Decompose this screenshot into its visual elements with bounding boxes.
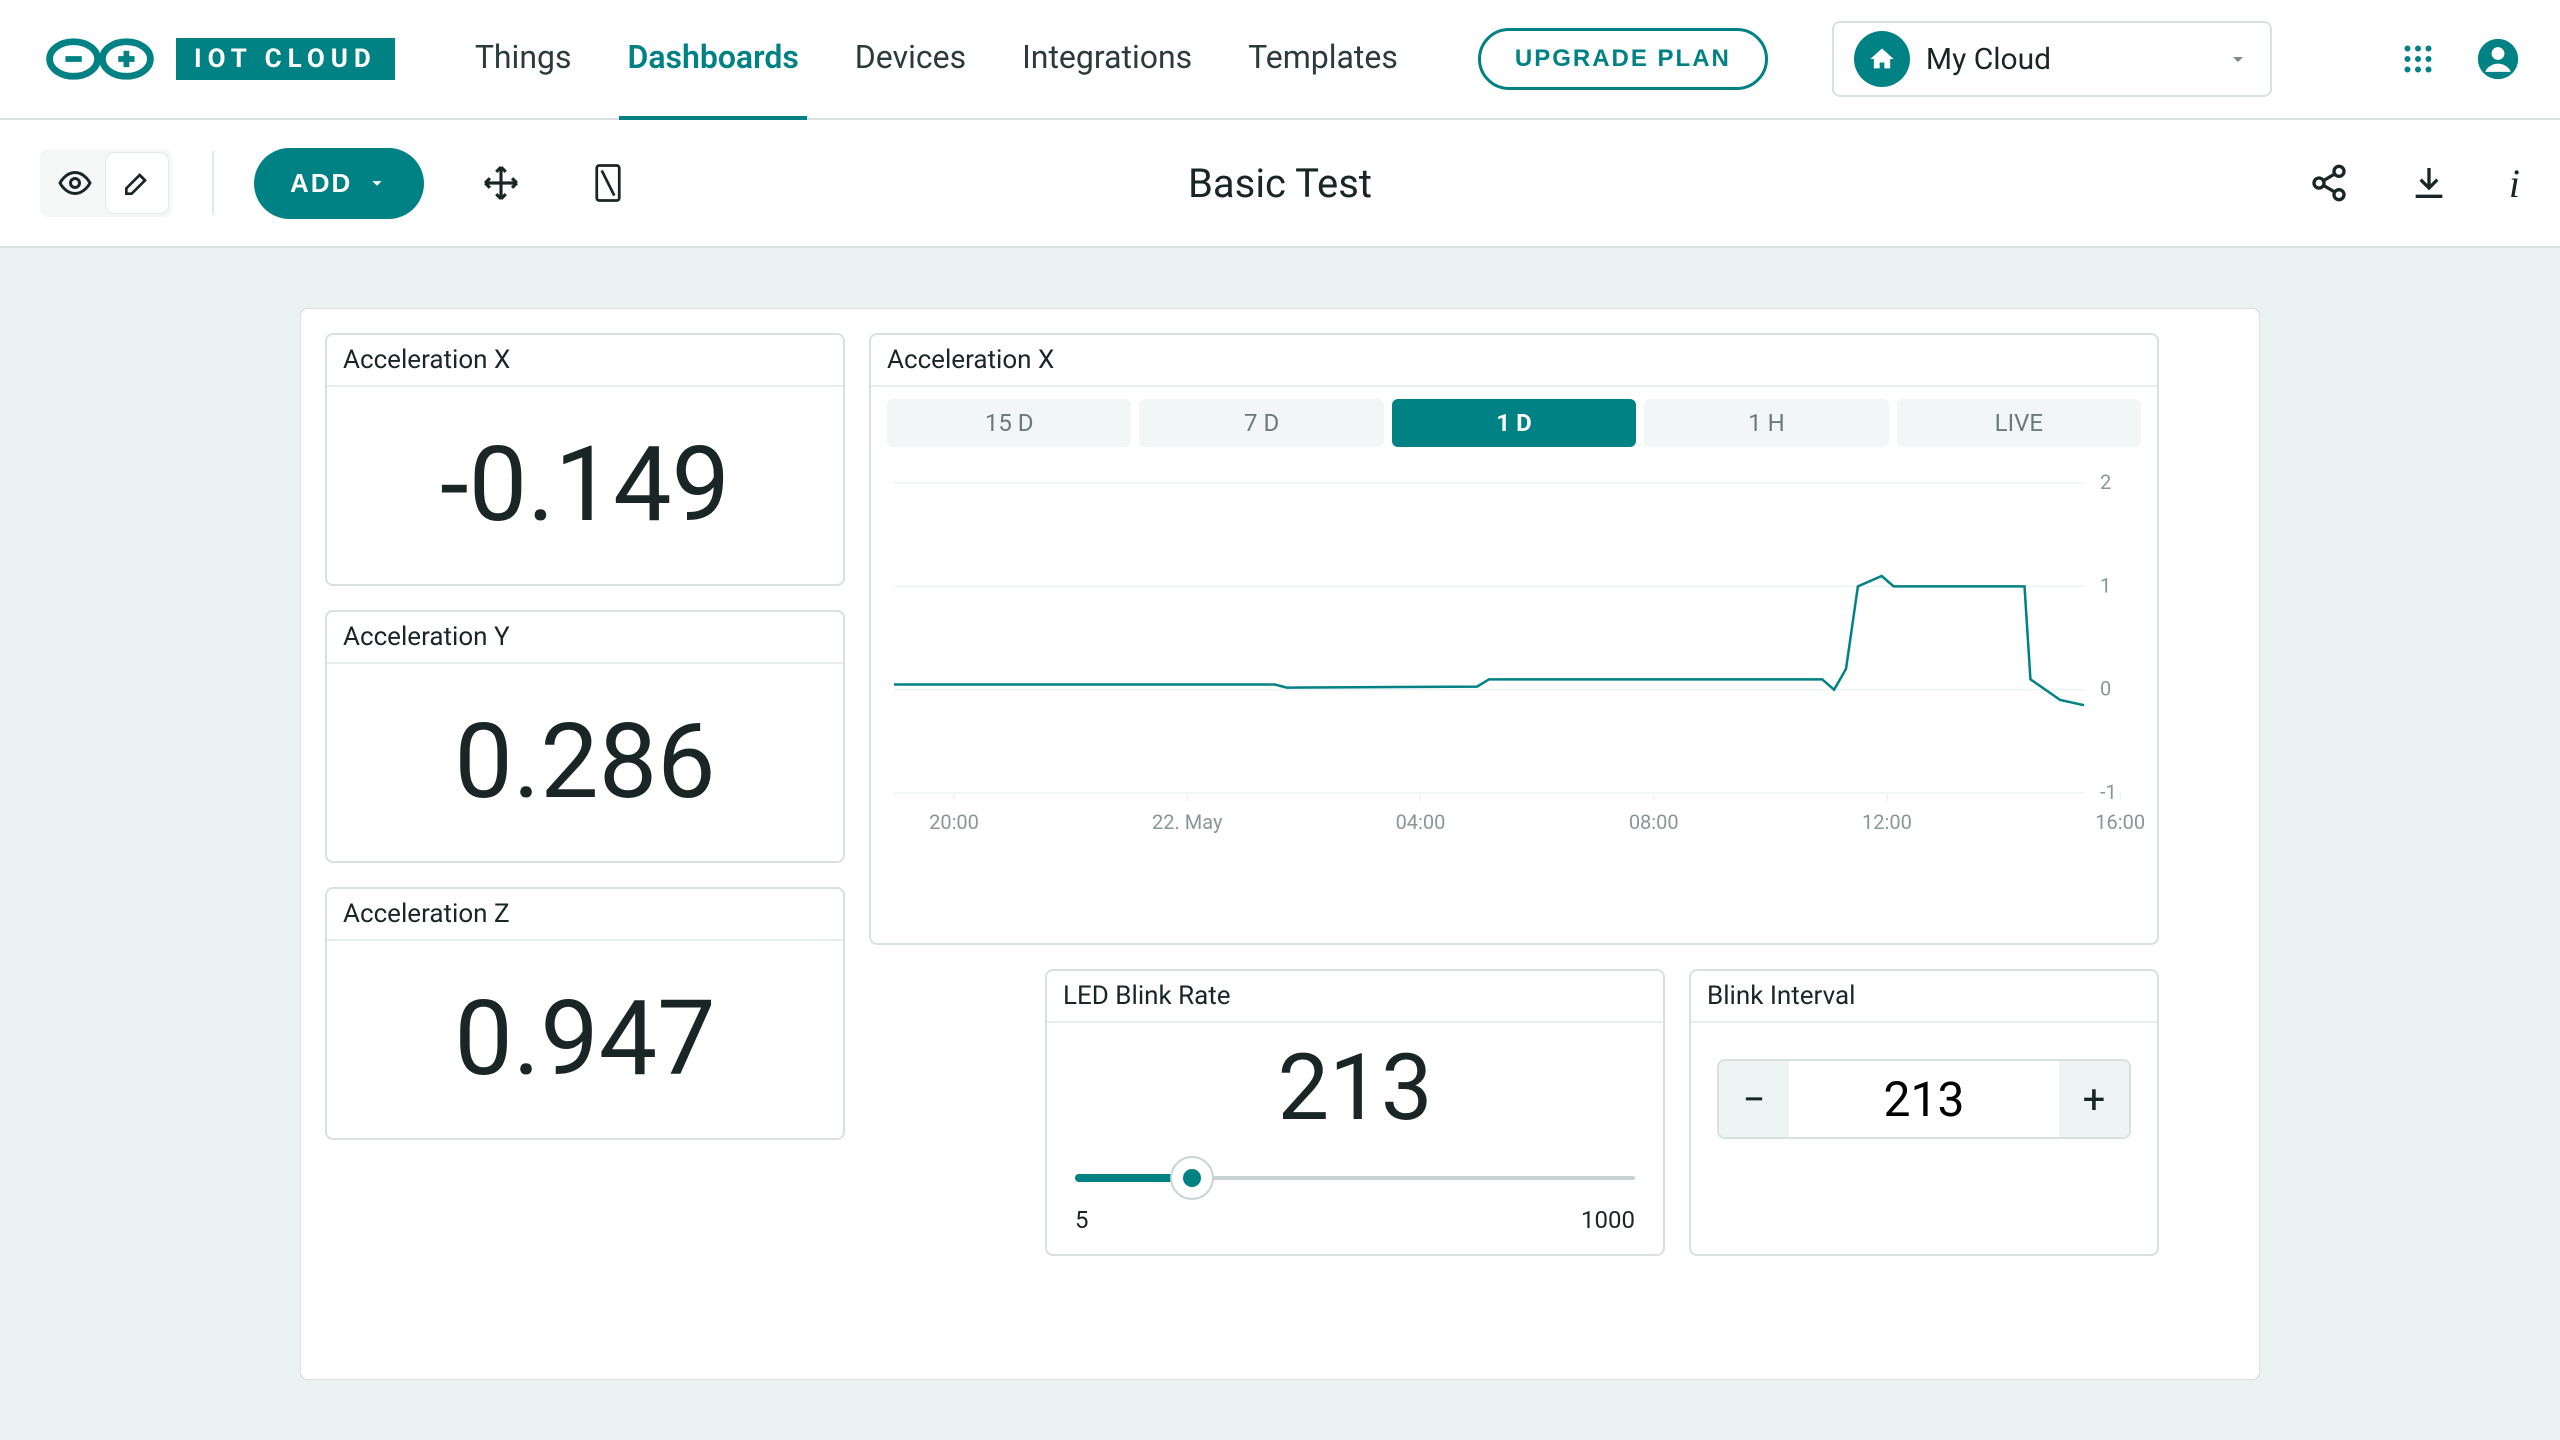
download-icon[interactable]	[2409, 163, 2449, 203]
dashboard-toolbar: ADD Basic Test i	[0, 120, 2560, 248]
arrange-move-icon[interactable]	[482, 164, 520, 202]
account-icon[interactable]	[2476, 37, 2520, 81]
widget-header: Acceleration X	[871, 335, 2157, 387]
svg-text:08:00: 08:00	[1629, 810, 1679, 834]
svg-text:-1: -1	[2100, 780, 2117, 804]
widget-value: 213	[1047, 1023, 1663, 1142]
nav-integrations[interactable]: Integrations	[1014, 0, 1200, 120]
widget-accel-x[interactable]: Acceleration X -0.149	[325, 333, 845, 586]
widget-header: Acceleration X	[327, 335, 843, 387]
view-edit-toggle	[40, 149, 172, 217]
svg-text:2: 2	[2100, 470, 2111, 494]
svg-text:20:00: 20:00	[929, 810, 979, 834]
range-1h[interactable]: 1 H	[1644, 399, 1888, 447]
nav-templates[interactable]: Templates	[1240, 0, 1406, 120]
widget-header: Acceleration Y	[327, 612, 843, 664]
range-15d[interactable]: 15 D	[887, 399, 1131, 447]
nav-devices[interactable]: Devices	[847, 0, 974, 120]
chart-plot-area: -1 0 1 2 20:00 22. May 04:00 08:00 12:00 16:00	[883, 463, 2145, 843]
stepper-increment-button[interactable]: +	[2059, 1061, 2129, 1137]
slider-track[interactable]	[1075, 1176, 1635, 1180]
svg-text:12:00: 12:00	[1862, 810, 1912, 834]
widget-led-blink-rate[interactable]: LED Blink Rate 213 5 1000	[1045, 969, 1665, 1256]
home-icon	[1854, 31, 1910, 87]
edit-mode-button[interactable]	[106, 153, 168, 213]
slider-min: 5	[1075, 1206, 1089, 1234]
widget-value: 0.947	[327, 941, 843, 1138]
widget-accel-y[interactable]: Acceleration Y 0.286	[325, 610, 845, 863]
toolbar-actions: i	[2309, 160, 2520, 207]
info-icon[interactable]: i	[2509, 160, 2520, 207]
space-label: My Cloud	[1926, 42, 2051, 77]
add-label: ADD	[290, 168, 352, 199]
widget-header: Acceleration Z	[327, 889, 843, 941]
stepper: − 213 +	[1717, 1059, 2131, 1139]
nav-things[interactable]: Things	[467, 0, 580, 120]
add-widget-button[interactable]: ADD	[254, 148, 424, 219]
arduino-logo-icon	[40, 35, 160, 83]
svg-text:0: 0	[2100, 677, 2111, 701]
widget-value: -0.149	[327, 387, 843, 584]
product-name: IOT CLOUD	[176, 38, 395, 80]
view-mode-button[interactable]	[44, 153, 106, 213]
svg-text:1: 1	[2100, 573, 2111, 597]
upgrade-plan-button[interactable]: UPGRADE PLAN	[1478, 28, 1768, 90]
mobile-preview-icon[interactable]	[592, 163, 624, 203]
widget-blink-interval[interactable]: Blink Interval − 213 +	[1689, 969, 2159, 1256]
share-icon[interactable]	[2309, 163, 2349, 203]
stepper-decrement-button[interactable]: −	[1719, 1061, 1789, 1137]
topnav-right	[2400, 37, 2520, 81]
brand-block: IOT CLOUD	[40, 35, 395, 83]
main-nav: Things Dashboards Devices Integrations T…	[467, 0, 1406, 120]
svg-text:22. May: 22. May	[1152, 810, 1223, 834]
chevron-down-icon	[2226, 47, 2250, 71]
space-selector[interactable]: My Cloud	[1832, 21, 2272, 97]
slider-knob[interactable]	[1170, 1156, 1214, 1200]
apps-grid-icon[interactable]	[2400, 41, 2436, 77]
widget-chart-accel-x[interactable]: Acceleration X 15 D 7 D 1 D 1 H LIVE -1 0…	[869, 333, 2159, 945]
chart-svg: -1 0 1 2 20:00 22. May 04:00 08:00 12:00 16:00	[883, 463, 2145, 843]
slider[interactable]: 5 1000	[1047, 1142, 1663, 1254]
widget-value: 0.286	[327, 664, 843, 861]
topnav: IOT CLOUD Things Dashboards Devices Inte…	[0, 0, 2560, 120]
range-1d[interactable]: 1 D	[1392, 399, 1636, 447]
stepper-value: 213	[1789, 1061, 2059, 1137]
dashboard-title: Basic Test	[1188, 160, 1372, 207]
dashboard-canvas-wrap: Acceleration X -0.149 Acceleration Y 0.2…	[0, 248, 2560, 1440]
widget-header: LED Blink Rate	[1047, 971, 1663, 1023]
svg-text:04:00: 04:00	[1396, 810, 1446, 834]
svg-text:16:00: 16:00	[2095, 810, 2145, 834]
range-live[interactable]: LIVE	[1897, 399, 2141, 447]
range-7d[interactable]: 7 D	[1139, 399, 1383, 447]
toolbar-divider	[212, 151, 214, 215]
widget-header: Blink Interval	[1691, 971, 2157, 1023]
nav-dashboards[interactable]: Dashboards	[619, 0, 806, 120]
slider-max: 1000	[1581, 1206, 1635, 1234]
widget-accel-z[interactable]: Acceleration Z 0.947	[325, 887, 845, 1140]
chevron-down-icon	[366, 172, 388, 194]
chart-range-tabs: 15 D 7 D 1 D 1 H LIVE	[871, 387, 2157, 447]
dashboard-canvas: Acceleration X -0.149 Acceleration Y 0.2…	[300, 308, 2260, 1380]
